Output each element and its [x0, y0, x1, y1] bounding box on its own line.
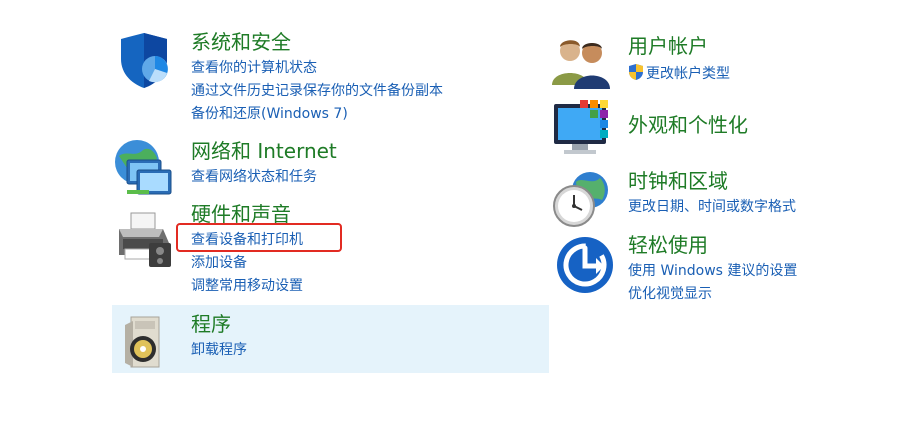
ease-of-access-icon[interactable]	[556, 236, 618, 298]
mobility-settings-link[interactable]: 调整常用移动设置	[191, 275, 303, 298]
clock-region-title[interactable]: 时钟和区域	[628, 168, 796, 194]
user-accounts-title[interactable]: 用户帐户	[628, 33, 730, 59]
change-date-time-format-link[interactable]: 更改日期、时间或数字格式	[628, 196, 796, 219]
monitor-palette-icon[interactable]	[550, 98, 612, 160]
uac-shield-icon	[628, 63, 644, 89]
change-account-type-label: 更改帐户类型	[646, 66, 730, 82]
users-icon[interactable]	[550, 33, 612, 95]
printer-icon[interactable]	[113, 209, 175, 271]
programs-hover-highlight	[112, 305, 549, 373]
optimize-visual-display-link[interactable]: 优化视觉显示	[628, 283, 797, 306]
appearance-title[interactable]: 外观和个性化	[628, 112, 748, 138]
uninstall-program-link[interactable]: 卸载程序	[191, 339, 247, 362]
network-internet-title[interactable]: 网络和 Internet	[191, 138, 337, 164]
add-device-link[interactable]: 添加设备	[191, 252, 303, 275]
file-history-backup-link[interactable]: 通过文件历史记录保存你的文件备份副本	[191, 80, 443, 103]
hardware-sound-title[interactable]: 硬件和声音	[191, 201, 303, 227]
windows-recommended-settings-link[interactable]: 使用 Windows 建议的设置	[628, 260, 797, 283]
clock-globe-icon[interactable]	[550, 168, 612, 230]
view-devices-printers-link[interactable]: 查看设备和打印机	[191, 229, 303, 252]
system-security-title[interactable]: 系统和安全	[191, 29, 443, 55]
programs-title[interactable]: 程序	[191, 311, 247, 337]
ease-of-access-title[interactable]: 轻松使用	[628, 232, 797, 258]
programs-disc-icon[interactable]	[113, 311, 175, 373]
change-account-type-link[interactable]: 更改帐户类型	[628, 63, 730, 89]
security-shield-icon[interactable]	[113, 29, 175, 91]
backup-restore-link[interactable]: 备份和还原(Windows 7)	[191, 103, 443, 126]
network-globe-icon[interactable]	[113, 138, 175, 200]
view-computer-status-link[interactable]: 查看你的计算机状态	[191, 57, 443, 80]
view-network-status-link[interactable]: 查看网络状态和任务	[191, 166, 337, 189]
